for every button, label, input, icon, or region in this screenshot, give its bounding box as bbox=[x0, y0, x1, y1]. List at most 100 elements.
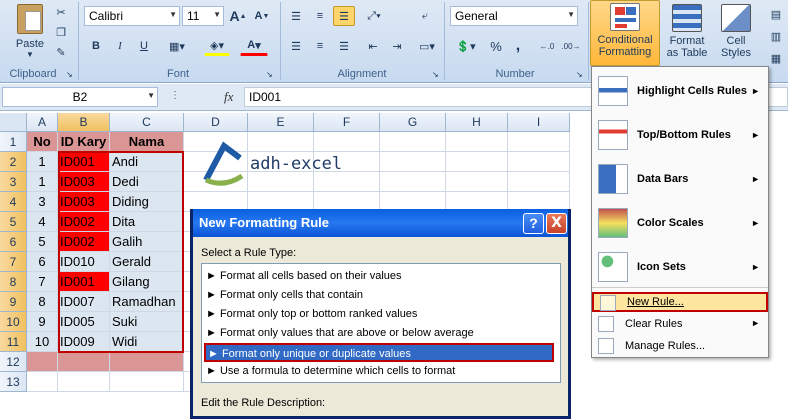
align-center-button[interactable]: ≡ bbox=[309, 36, 331, 56]
column-header-g[interactable]: G bbox=[380, 113, 446, 132]
row-header-10[interactable]: 10 bbox=[0, 312, 27, 332]
italic-button[interactable]: I bbox=[110, 36, 130, 56]
conditional-formatting-button[interactable]: Conditional Formatting bbox=[590, 0, 660, 66]
increase-indent-button[interactable]: ⇥ bbox=[386, 36, 408, 56]
rule-type-item[interactable]: ► Format only top or bottom ranked value… bbox=[206, 305, 417, 324]
align-left-button[interactable]: ☰ bbox=[285, 36, 307, 56]
name-box[interactable]: B2 ▼ bbox=[2, 87, 158, 107]
rule-type-item[interactable]: ► Format only values that are above or b… bbox=[206, 324, 474, 343]
column-header-i[interactable]: I bbox=[508, 113, 570, 132]
shrink-font-button[interactable]: A ▼ bbox=[252, 6, 272, 26]
empty-cell[interactable] bbox=[380, 172, 446, 192]
align-middle-button[interactable]: ≡ bbox=[309, 6, 331, 26]
menu-item-clear-rules[interactable]: Clear Rules ► bbox=[592, 315, 768, 335]
table-cell-no[interactable]: 1 bbox=[27, 152, 58, 172]
number-dialog-launcher[interactable]: ↘ bbox=[576, 70, 583, 79]
menu-item-top-bottom-rules[interactable]: Top/Bottom Rules ► bbox=[592, 115, 768, 155]
rule-type-list[interactable]: ► Format all cells based on their values… bbox=[201, 263, 561, 383]
font-name-select[interactable]: Calibri ▼ bbox=[84, 6, 180, 26]
grow-font-button[interactable]: A ▲ bbox=[228, 6, 248, 26]
bold-button[interactable]: B bbox=[86, 36, 106, 56]
empty-cell[interactable] bbox=[27, 372, 58, 392]
row-header-2[interactable]: 2 bbox=[0, 152, 27, 172]
cut-icon[interactable]: ✂ bbox=[54, 2, 68, 22]
delete-cells-icon[interactable]: ▥ bbox=[766, 26, 786, 46]
column-header-e[interactable]: E bbox=[248, 113, 314, 132]
empty-cell[interactable] bbox=[380, 132, 446, 152]
align-bottom-button[interactable]: ☰ bbox=[333, 6, 355, 26]
row-header-12[interactable]: 12 bbox=[0, 352, 27, 372]
row-header-13[interactable]: 13 bbox=[0, 372, 27, 392]
rule-type-item[interactable]: ► Format all cells based on their values bbox=[206, 267, 402, 286]
row-header-4[interactable]: 4 bbox=[0, 192, 27, 212]
fill-color-button[interactable]: ◈▾ bbox=[204, 36, 230, 56]
alignment-dialog-launcher[interactable]: ↘ bbox=[432, 70, 439, 79]
align-top-button[interactable]: ☰ bbox=[285, 6, 307, 26]
table-cell-no[interactable]: 8 bbox=[27, 292, 58, 312]
row-header-7[interactable]: 7 bbox=[0, 252, 27, 272]
column-header-b[interactable]: B bbox=[58, 113, 110, 132]
merge-center-button[interactable]: ▭▾ bbox=[414, 36, 440, 56]
table-footer-cell[interactable] bbox=[27, 352, 58, 372]
orientation-button[interactable]: ⤢▾ bbox=[360, 6, 388, 26]
decrease-decimal-button[interactable]: .00→ bbox=[560, 36, 582, 56]
paste-button[interactable]: Paste ▼ bbox=[8, 2, 52, 62]
menu-item-manage-rules[interactable]: Manage Rules... bbox=[592, 337, 768, 357]
decrease-indent-button[interactable]: ⇤ bbox=[362, 36, 384, 56]
font-size-select[interactable]: 11 ▼ bbox=[182, 6, 224, 26]
table-cell-no[interactable]: 4 bbox=[27, 212, 58, 232]
insert-function-icon[interactable]: fx bbox=[224, 89, 233, 105]
row-header-9[interactable]: 9 bbox=[0, 292, 27, 312]
close-button[interactable]: X bbox=[546, 213, 567, 234]
menu-item-icon-sets[interactable]: Icon Sets ► bbox=[592, 247, 768, 287]
underline-button[interactable]: U bbox=[134, 36, 154, 56]
accounting-format-button[interactable]: 💲▾ bbox=[452, 36, 480, 56]
table-header-cell[interactable]: ID Kary bbox=[58, 132, 110, 152]
font-dialog-launcher[interactable]: ↘ bbox=[266, 70, 273, 79]
number-format-select[interactable]: General ▼ bbox=[450, 6, 578, 26]
table-cell-no[interactable]: 3 bbox=[27, 192, 58, 212]
select-all-corner[interactable] bbox=[0, 113, 27, 132]
empty-cell[interactable] bbox=[446, 152, 508, 172]
font-color-button[interactable]: A ▾ bbox=[240, 36, 268, 56]
table-header-cell[interactable]: No bbox=[27, 132, 58, 152]
row-header-6[interactable]: 6 bbox=[0, 232, 27, 252]
menu-item-new-rule[interactable]: New Rule... bbox=[592, 292, 768, 312]
help-button[interactable]: ? bbox=[523, 213, 544, 234]
borders-button[interactable]: ▦▾ bbox=[164, 36, 190, 56]
column-header-a[interactable]: A bbox=[27, 113, 58, 132]
row-header-8[interactable]: 8 bbox=[0, 272, 27, 292]
column-header-c[interactable]: C bbox=[110, 113, 184, 132]
empty-cell[interactable] bbox=[446, 172, 508, 192]
row-header-3[interactable]: 3 bbox=[0, 172, 27, 192]
table-cell-no[interactable]: 5 bbox=[27, 232, 58, 252]
formula-bar-resize-handle[interactable]: ⋮ bbox=[170, 90, 180, 101]
insert-cells-icon[interactable]: ▤ bbox=[766, 4, 786, 24]
menu-item-color-scales[interactable]: Color Scales ► bbox=[592, 203, 768, 243]
empty-cell[interactable] bbox=[58, 372, 110, 392]
format-cells-icon[interactable]: ▦ bbox=[766, 48, 786, 68]
menu-item-highlight-cells-rules[interactable]: Highlight Cells Rules ► bbox=[592, 71, 768, 111]
clipboard-dialog-launcher[interactable]: ↘ bbox=[66, 70, 73, 79]
empty-cell[interactable] bbox=[508, 172, 570, 192]
column-header-f[interactable]: F bbox=[314, 113, 380, 132]
row-header-5[interactable]: 5 bbox=[0, 212, 27, 232]
table-cell-no[interactable]: 10 bbox=[27, 332, 58, 352]
table-footer-cell[interactable] bbox=[110, 352, 184, 372]
row-header-11[interactable]: 11 bbox=[0, 332, 27, 352]
table-footer-cell[interactable] bbox=[58, 352, 110, 372]
table-cell-no[interactable]: 6 bbox=[27, 252, 58, 272]
menu-item-data-bars[interactable]: Data Bars ► bbox=[592, 159, 768, 199]
row-header-1[interactable]: 1 bbox=[0, 132, 27, 152]
table-cell-no[interactable]: 7 bbox=[27, 272, 58, 292]
format-painter-icon[interactable]: ✎ bbox=[54, 42, 68, 62]
wrap-text-button[interactable]: ⤶ bbox=[414, 6, 436, 26]
column-header-h[interactable]: H bbox=[446, 113, 508, 132]
column-header-d[interactable]: D bbox=[184, 113, 248, 132]
rule-type-item[interactable]: ► Format only unique or duplicate values bbox=[204, 343, 554, 362]
empty-cell[interactable] bbox=[508, 152, 570, 172]
table-cell-no[interactable]: 1 bbox=[27, 172, 58, 192]
dialog-title-bar[interactable]: New Formatting Rule bbox=[193, 209, 568, 237]
empty-cell[interactable] bbox=[446, 132, 508, 152]
table-cell-no[interactable]: 9 bbox=[27, 312, 58, 332]
